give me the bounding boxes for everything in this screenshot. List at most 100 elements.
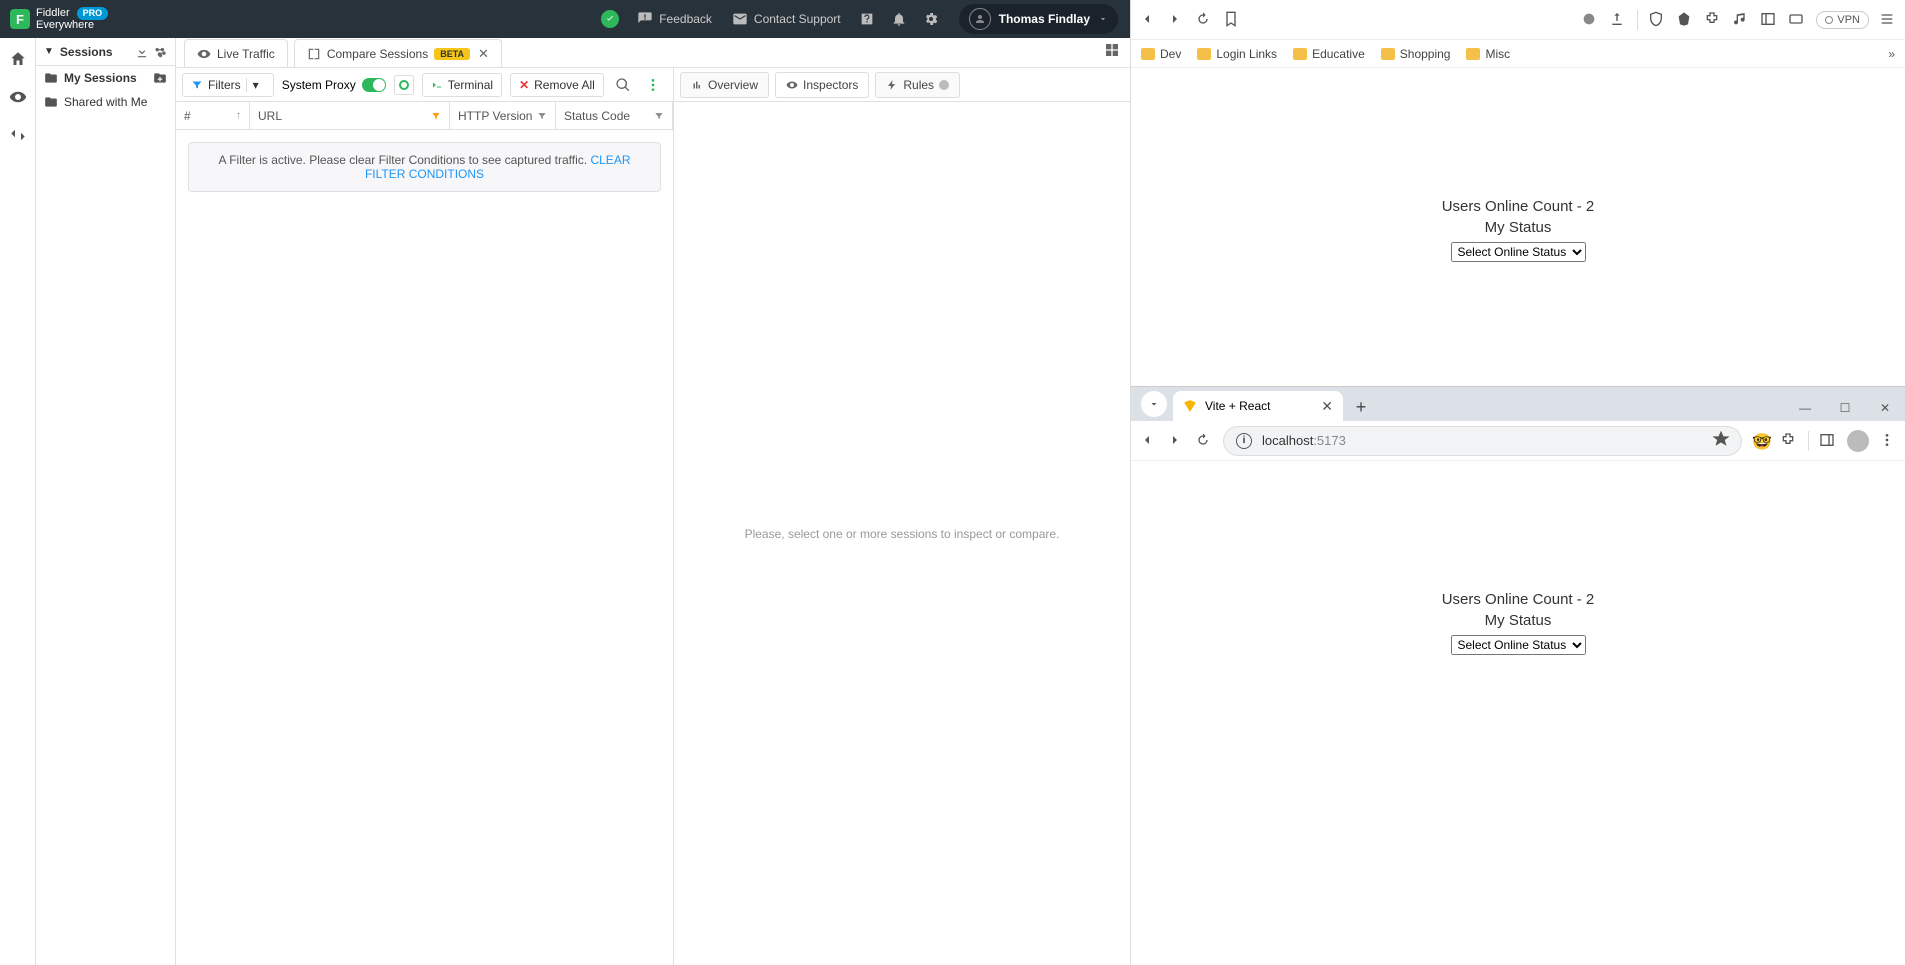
column-http-version[interactable]: HTTP Version <box>450 102 556 129</box>
profile-icon[interactable] <box>1581 11 1599 29</box>
brave-toolbar: VPN <box>1131 0 1905 40</box>
sidepanel-icon[interactable] <box>1819 432 1837 450</box>
more-icon[interactable] <box>645 77 661 93</box>
sort-asc-icon: ↑ <box>236 110 241 121</box>
status-check-icon[interactable] <box>601 10 619 28</box>
back-icon[interactable] <box>1139 432 1157 450</box>
tabs-row: Live Traffic Compare Sessions BETA ✕ <box>176 38 1130 68</box>
chrome-toolbar: i localhost:5173 🤓 <box>1131 421 1905 461</box>
bookmark-folder-educative[interactable]: Educative <box>1293 47 1365 61</box>
logo[interactable]: F Fiddler PRO Everywhere <box>10 7 108 31</box>
system-proxy-toggle[interactable]: System Proxy <box>282 78 386 92</box>
table-header: # ↑ URL HTTP Version Status Code <box>176 102 673 130</box>
eye-icon[interactable] <box>9 88 27 106</box>
terminal-button[interactable]: Terminal <box>422 73 502 97</box>
button-label: Filters <box>208 78 241 92</box>
column-status-code[interactable]: Status Code <box>556 102 673 129</box>
status-select[interactable]: Select Online Status <box>1451 635 1586 655</box>
capture-button[interactable] <box>394 75 414 95</box>
terminal-icon <box>431 79 443 91</box>
bookmark-folder-shopping[interactable]: Shopping <box>1381 47 1451 61</box>
filter-active-banner: A Filter is active. Please clear Filter … <box>188 142 661 192</box>
back-icon[interactable] <box>1139 11 1157 29</box>
vpn-label: VPN <box>1837 14 1860 26</box>
gear-icon[interactable] <box>923 11 939 27</box>
site-info-icon[interactable]: i <box>1236 433 1252 449</box>
filters-dropdown-icon[interactable]: ▾ <box>246 78 265 92</box>
bell-icon[interactable] <box>891 11 907 27</box>
profile-avatar-icon[interactable] <box>1847 430 1869 452</box>
layout-toggle-icon[interactable] <box>1104 42 1124 62</box>
bookmark-star-icon[interactable] <box>1713 431 1729 450</box>
search-icon[interactable] <box>615 77 631 93</box>
compare-icon <box>307 47 321 61</box>
omnibox[interactable]: i localhost:5173 <box>1223 426 1742 456</box>
eye-icon <box>786 79 798 91</box>
tab-inspectors[interactable]: Inspectors <box>775 72 869 98</box>
bookmark-icon[interactable] <box>1223 11 1241 29</box>
eye-icon <box>197 47 211 61</box>
contact-support-button[interactable]: Contact Support <box>732 11 841 27</box>
tab-search-icon[interactable] <box>1141 391 1167 417</box>
bookmark-folder-login-links[interactable]: Login Links <box>1197 47 1277 61</box>
close-icon[interactable]: ✕ <box>478 46 489 62</box>
maximize-icon[interactable]: ☐ <box>1825 395 1865 421</box>
brave-icon[interactable] <box>1676 11 1694 29</box>
share-icon[interactable] <box>1609 11 1627 29</box>
x-icon: ✕ <box>519 78 529 92</box>
add-folder-icon[interactable] <box>153 71 167 85</box>
shield-icon[interactable] <box>1648 11 1666 29</box>
wallet-icon[interactable] <box>1788 11 1806 29</box>
sidebar-icon[interactable] <box>1760 11 1778 29</box>
compare-icon[interactable] <box>9 126 27 144</box>
chrome-tab-vite[interactable]: Vite + React ✕ <box>1173 391 1343 421</box>
minimize-icon[interactable]: — <box>1785 395 1825 421</box>
share-icon[interactable] <box>153 45 167 59</box>
vpn-button[interactable]: VPN <box>1816 11 1869 29</box>
column-hash[interactable]: # ↑ <box>176 102 250 129</box>
sidebar-item-my-sessions[interactable]: My Sessions <box>36 66 175 90</box>
close-window-icon[interactable]: ✕ <box>1865 395 1905 421</box>
fiddler-app: F Fiddler PRO Everywhere Feedback Contac… <box>0 0 1131 965</box>
bookmark-folder-dev[interactable]: Dev <box>1141 47 1181 61</box>
music-icon[interactable] <box>1732 11 1750 29</box>
forward-icon[interactable] <box>1167 11 1185 29</box>
tab-label: Live Traffic <box>217 47 275 61</box>
hamburger-icon[interactable] <box>1879 11 1897 29</box>
tab-overview[interactable]: Overview <box>680 72 769 98</box>
help-icon[interactable] <box>859 11 875 27</box>
reload-icon[interactable] <box>1195 432 1213 450</box>
circle-icon <box>399 80 409 90</box>
remove-all-button[interactable]: ✕ Remove All <box>510 73 604 97</box>
home-icon[interactable] <box>9 50 27 68</box>
forward-icon[interactable] <box>1167 432 1185 450</box>
more-icon[interactable] <box>1879 432 1897 450</box>
filter-icon <box>654 111 664 121</box>
extensions-icon[interactable] <box>1704 11 1722 29</box>
tab-live-traffic[interactable]: Live Traffic <box>184 39 288 67</box>
main-area: Live Traffic Compare Sessions BETA ✕ Fil… <box>176 38 1130 965</box>
more-bookmarks-icon[interactable]: » <box>1888 47 1895 61</box>
sidebar-item-shared[interactable]: Shared with Me <box>36 90 175 114</box>
sidebar-header[interactable]: ▼ Sessions <box>36 38 175 66</box>
close-icon[interactable]: ✕ <box>1321 398 1333 415</box>
reload-icon[interactable] <box>1195 11 1213 29</box>
extensions-icon[interactable] <box>1780 432 1798 450</box>
bookmark-folder-misc[interactable]: Misc <box>1466 47 1510 61</box>
tab-rules[interactable]: Rules <box>875 72 960 98</box>
bolt-icon <box>886 79 898 91</box>
user-menu[interactable]: Thomas Findlay <box>959 4 1118 34</box>
status-select[interactable]: Select Online Status <box>1451 242 1586 262</box>
emoji-extension-icon[interactable]: 🤓 <box>1752 432 1770 450</box>
column-url[interactable]: URL <box>250 102 450 129</box>
chrome-tabstrip: Vite + React ✕ + — ☐ ✕ <box>1131 387 1905 421</box>
new-tab-icon[interactable]: + <box>1347 393 1375 421</box>
vpn-dot-icon <box>1825 16 1833 24</box>
filters-button[interactable]: Filters ▾ <box>182 73 274 97</box>
filter-icon <box>537 111 547 121</box>
import-icon[interactable] <box>135 45 149 59</box>
user-name: Thomas Findlay <box>999 12 1090 26</box>
tab-compare-sessions[interactable]: Compare Sessions BETA ✕ <box>294 39 502 67</box>
feedback-button[interactable]: Feedback <box>637 11 712 27</box>
brave-bookmarks-bar: Dev Login Links Educative Shopping Misc … <box>1131 40 1905 68</box>
